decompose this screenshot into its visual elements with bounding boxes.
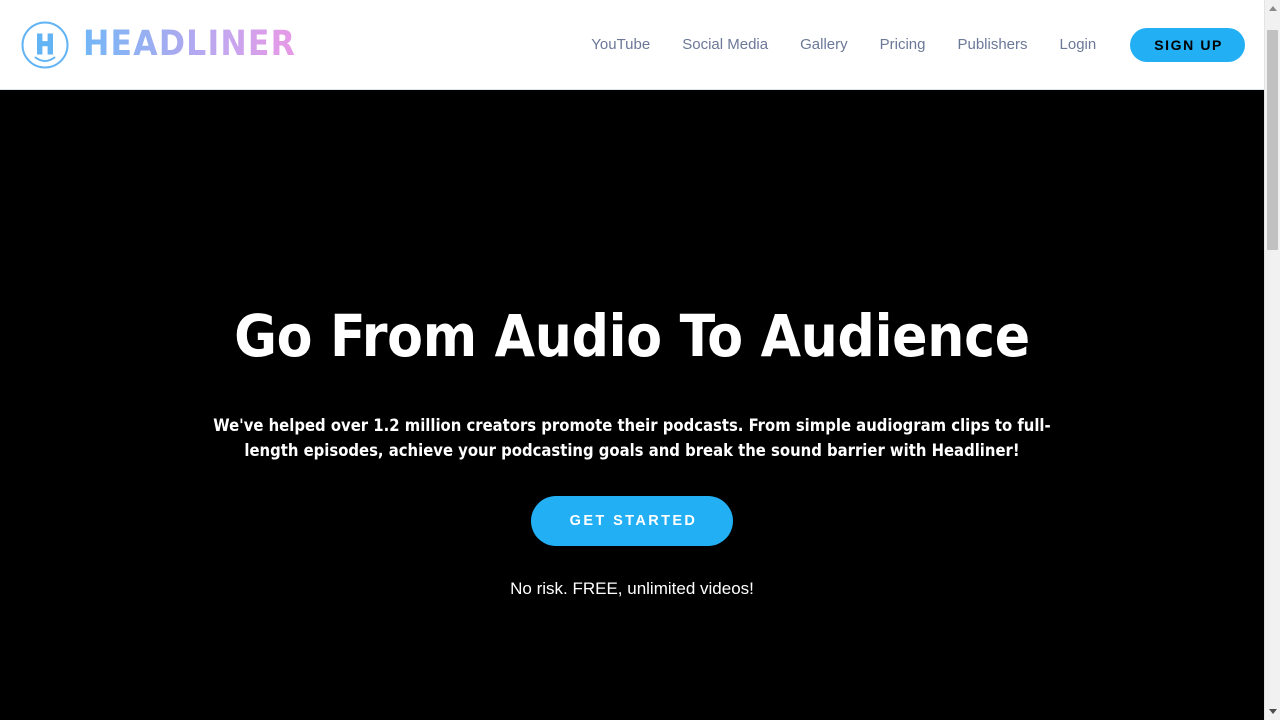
hero-subheadline: We've helped over 1.2 million creators p… — [213, 415, 1051, 460]
hero-section: Go From Audio To Audience We've helped o… — [0, 90, 1264, 720]
page-viewport: HEADLINER YouTube Social Media Gallery P… — [0, 0, 1264, 720]
hero-cta-container: GET STARTED — [0, 495, 1264, 547]
site-header: HEADLINER YouTube Social Media Gallery P… — [0, 0, 1264, 90]
nav-item-publishers[interactable]: Publishers — [941, 27, 1043, 62]
scroll-up-arrow-icon[interactable] — [1265, 0, 1280, 17]
hero-note: No risk. FREE, unlimited videos! — [510, 579, 754, 599]
nav-item-login[interactable]: Login — [1044, 27, 1113, 62]
nav-item-pricing[interactable]: Pricing — [864, 27, 942, 62]
hero-headline: Go From Audio To Audience — [234, 302, 1030, 370]
brand-wordmark: HEADLINER — [83, 24, 297, 64]
nav-item-social-media[interactable]: Social Media — [666, 27, 784, 62]
vertical-scrollbar[interactable] — [1264, 0, 1280, 720]
get-started-button[interactable]: GET STARTED — [530, 495, 734, 547]
brand-logo-link[interactable]: HEADLINER — [20, 20, 296, 70]
scroll-down-arrow-icon[interactable] — [1265, 703, 1280, 720]
triangle-down-glyph — [1268, 709, 1277, 714]
nav-item-gallery[interactable]: Gallery — [784, 27, 864, 62]
header-navigation: YouTube Social Media Gallery Pricing Pub… — [575, 27, 1264, 62]
page-root: HEADLINER YouTube Social Media Gallery P… — [0, 0, 1280, 720]
nav-item-youtube[interactable]: YouTube — [575, 27, 666, 62]
sign-up-button[interactable]: SIGN UP — [1130, 27, 1245, 62]
triangle-up-glyph — [1268, 6, 1277, 11]
headliner-smiley-h-icon — [21, 21, 69, 68]
scrollbar-thumb[interactable] — [1267, 30, 1278, 250]
